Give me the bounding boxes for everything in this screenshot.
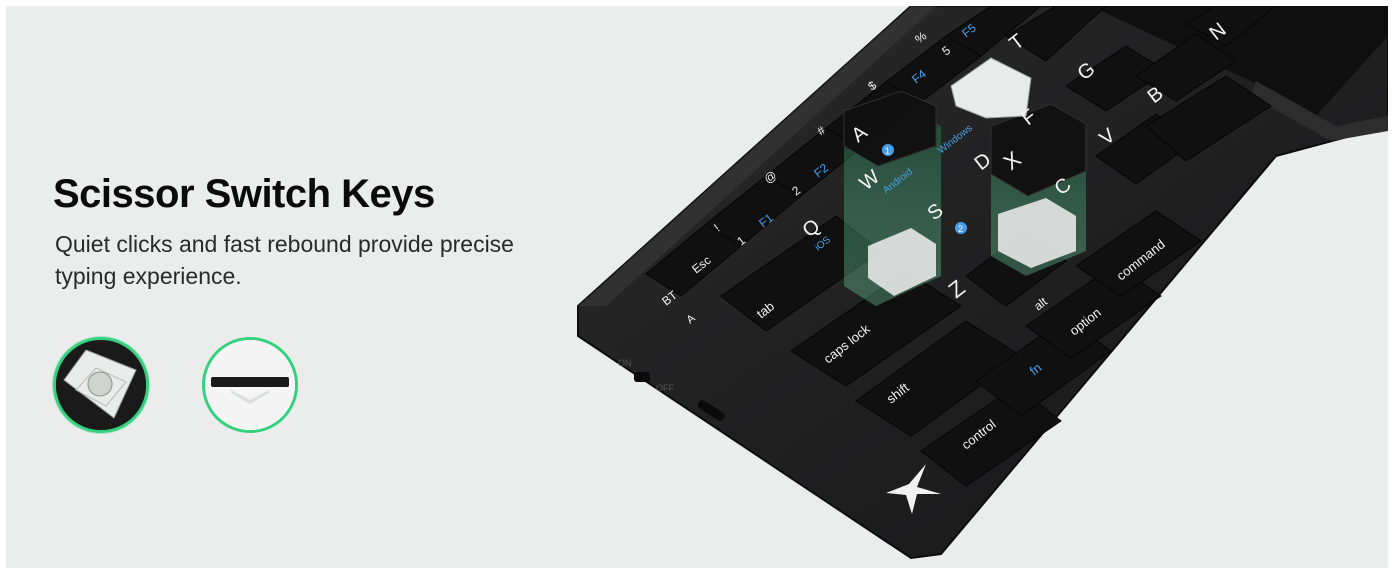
power-switch (634, 372, 650, 382)
power-on-label: ON (618, 358, 632, 368)
feature-description: Quiet clicks and fast rebound provide pr… (55, 231, 514, 289)
scissor-switch-top-view-icon (56, 340, 146, 430)
feature-banner: Esc tab caps lock shift control fn alt o… (6, 6, 1388, 568)
page-title: Scissor Switch Keys (53, 172, 435, 216)
power-off-label: OFF (656, 383, 674, 393)
badge-1: 1 (885, 146, 890, 156)
thumbnail-side-view[interactable] (202, 337, 298, 433)
scissor-switch-side-view-icon (205, 340, 295, 430)
badge-2: 2 (958, 224, 963, 234)
thumbnail-top-view[interactable] (53, 337, 149, 433)
